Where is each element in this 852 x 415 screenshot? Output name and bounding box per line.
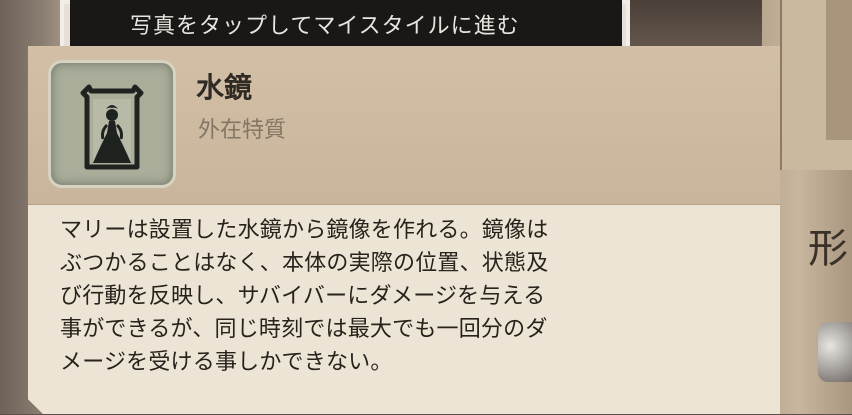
photo-banner-text: 写真をタップしてマイスタイルに進む [130, 14, 520, 39]
mirror-lady-icon [80, 84, 144, 170]
trait-tooltip-card: 水鏡 外在特質 マリーは設置した水鏡から鏡像を作れる。鏡像は ぶつかることはなく… [28, 46, 780, 414]
side-button-icon[interactable] [818, 322, 852, 382]
trait-header: 水鏡 外在特質 [28, 46, 780, 204]
background-side-strip [826, 0, 852, 140]
description-line: 事ができるが、同じ時刻では最大でも一回分のダ [60, 317, 548, 342]
description-line: ぶつかることはなく、本体の実際の位置、状態及 [60, 251, 549, 276]
trait-name: 水鏡 [196, 71, 253, 104]
trait-description: マリーは設置した水鏡から鏡像を作れる。鏡像は ぶつかることはなく、本体の実際の位… [60, 214, 740, 379]
description-line: マリーは設置した水鏡から鏡像を作れる。鏡像は [60, 218, 549, 243]
side-label: 形 [808, 226, 848, 272]
trait-category: 外在特質 [198, 118, 287, 143]
description-line: メージを受ける事しかできない。 [60, 350, 393, 375]
trait-icon [48, 60, 176, 188]
description-line: び行動を反映し、サバイバーにダメージを与える [60, 284, 546, 309]
